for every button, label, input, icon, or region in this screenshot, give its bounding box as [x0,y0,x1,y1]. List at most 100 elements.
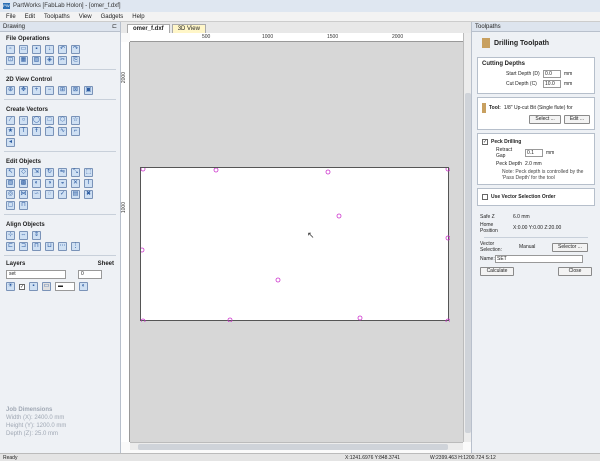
cut-icon[interactable]: ✂ [58,56,67,65]
design-canvas[interactable]: ↖ [130,42,463,442]
scale-icon[interactable]: ⤡ [71,168,80,177]
vector-order-checkbox[interactable] [482,194,488,200]
drill-point-marker [445,166,451,172]
open-file-icon[interactable]: ▭ [19,45,28,54]
pin-icon[interactable]: ⊏ [112,23,117,30]
tab-2d-file[interactable]: omer_f.dxf [127,24,170,33]
import-icon[interactable]: ↓ [45,45,54,54]
mouse-cursor-icon: ↖ [307,230,315,240]
menu-toolpaths[interactable]: Toolpaths [44,14,70,20]
join-icon[interactable]: ⋈ [19,190,28,199]
nest-icon[interactable]: ✖ [84,190,93,199]
material-sheet[interactable] [139,166,451,324]
distort-icon[interactable]: ⬚ [84,168,93,177]
zoom-out-icon[interactable]: − [45,86,54,95]
mirror-icon[interactable]: ⇋ [58,168,67,177]
weld-icon[interactable]: ◐ [32,179,41,188]
import-vector-icon[interactable]: ▦ [19,56,28,65]
curve-icon[interactable]: ∿ [58,127,67,136]
text-tool-icon[interactable]: T [19,127,28,136]
selector-button[interactable]: Selector ... [552,242,588,252]
new-file-icon[interactable]: ▫ [6,45,15,54]
draw-polygon-icon[interactable]: ⬡ [58,116,67,125]
menu-help[interactable]: Help [132,14,144,20]
save-icon[interactable]: ▪ [32,45,41,54]
draw-rectangle-icon[interactable]: □ [45,116,54,125]
layer-options-icon[interactable]: ◐ [79,282,88,291]
horizontal-scroll-thumb[interactable] [138,444,448,450]
zoom-selected-icon[interactable]: ⊠ [71,86,80,95]
paste-icon[interactable]: ⎘ [71,56,80,65]
draw-ellipse-icon[interactable]: ◯ [32,116,41,125]
menu-view[interactable]: View [79,14,92,20]
zoom-in-icon[interactable]: + [32,86,41,95]
trim-icon[interactable]: ✕ [71,179,80,188]
light-bulb-icon[interactable]: ☀ [6,282,15,291]
vertical-scrollbar[interactable] [463,33,471,442]
horizontal-scrollbar[interactable] [130,442,463,450]
zoom-all-icon[interactable]: ⊞ [58,86,67,95]
draw-circle-icon[interactable]: ○ [19,116,28,125]
fillet-corner-icon[interactable]: ▢ [6,201,15,210]
menu-gadgets[interactable]: Gadgets [101,14,124,20]
align-horizontal-icon[interactable]: ⇔ [19,231,28,240]
smooth-icon[interactable]: ∽ [32,190,41,199]
align-right-icon[interactable]: ⊐ [19,242,28,251]
tab-3d-view[interactable]: 3D View [171,24,206,33]
dimension-icon[interactable]: ◂ [6,138,15,147]
layer-select[interactable]: set [6,270,66,279]
tool-select-button[interactable]: Select ... [529,115,561,124]
close-button[interactable]: Close [558,267,592,276]
peck-drilling-checkbox[interactable]: ✓ [482,139,488,145]
pan-icon[interactable]: ✥ [19,86,28,95]
tool-edit-button[interactable]: Edit ... [563,115,590,124]
import-model-icon[interactable]: ◈ [45,56,54,65]
align-top-icon[interactable]: ⊓ [32,242,41,251]
align-vertical-icon[interactable]: ⇕ [32,231,41,240]
align-bottom-icon[interactable]: ⊔ [45,242,54,251]
draw-star-shape-icon[interactable]: ★ [6,127,15,136]
select-icon[interactable]: ↖ [6,168,15,177]
align-left-icon[interactable]: ⊏ [6,242,15,251]
subtract-icon[interactable]: ◑ [45,179,54,188]
draw-star-icon[interactable]: ☆ [71,116,80,125]
menu-edit[interactable]: Edit [25,14,35,20]
ungroup-icon[interactable]: ▩ [19,179,28,188]
menu-file[interactable]: File [6,14,16,20]
array-icon[interactable]: ▤ [71,190,80,199]
align-center-icon[interactable]: ⊹ [6,231,15,240]
arc-icon[interactable]: ⌒ [45,127,54,136]
intersect-icon[interactable]: ◒ [58,179,67,188]
undo-icon[interactable]: ↶ [58,45,67,54]
view-settings-icon[interactable]: ▣ [84,86,93,95]
group-icon[interactable]: ▧ [6,179,15,188]
sheet-select[interactable]: 0 [78,270,102,279]
check-icon[interactable]: ✓ [58,190,67,199]
text-on-curve-icon[interactable]: Ŧ [32,127,41,136]
transform-icon[interactable]: ⇲ [32,168,41,177]
start-depth-input[interactable]: 0.0 [543,70,561,78]
close-vector-icon[interactable]: ◌ [45,190,54,199]
tabs-icon[interactable]: ⊓ [19,201,28,210]
retract-gap-input[interactable]: 0.1 [525,149,543,157]
distribute-h-icon[interactable]: ⋯ [58,242,67,251]
extend-icon[interactable]: ⌇ [84,179,93,188]
job-width: Width (X): 2400.0 mm [6,415,65,421]
redo-icon[interactable]: ↷ [71,45,80,54]
name-input[interactable]: SET [495,255,583,263]
layer-color-icon[interactable]: ▭ [42,282,51,291]
calculate-button[interactable]: Calculate [480,267,514,276]
offset-icon[interactable]: ◎ [6,190,15,199]
distribute-v-icon[interactable]: ⋮ [71,242,80,251]
layer-visible-checkbox[interactable]: ✓ [19,283,25,290]
layer-lock-icon[interactable]: ▪ [29,282,38,291]
draw-line-icon[interactable]: ∕ [6,116,15,125]
import-bitmap-icon[interactable]: ▨ [32,56,41,65]
cut-depth-input[interactable]: 10.0 [543,80,561,88]
rotate-icon[interactable]: ↻ [45,168,54,177]
zoom-box-icon[interactable]: ⊕ [6,86,15,95]
fillet-icon[interactable]: ⌐ [71,127,80,136]
job-setup-icon[interactable]: ⊡ [6,56,15,65]
node-edit-icon[interactable]: ◇ [19,168,28,177]
layer-color-select[interactable]: ▬ [55,282,75,291]
